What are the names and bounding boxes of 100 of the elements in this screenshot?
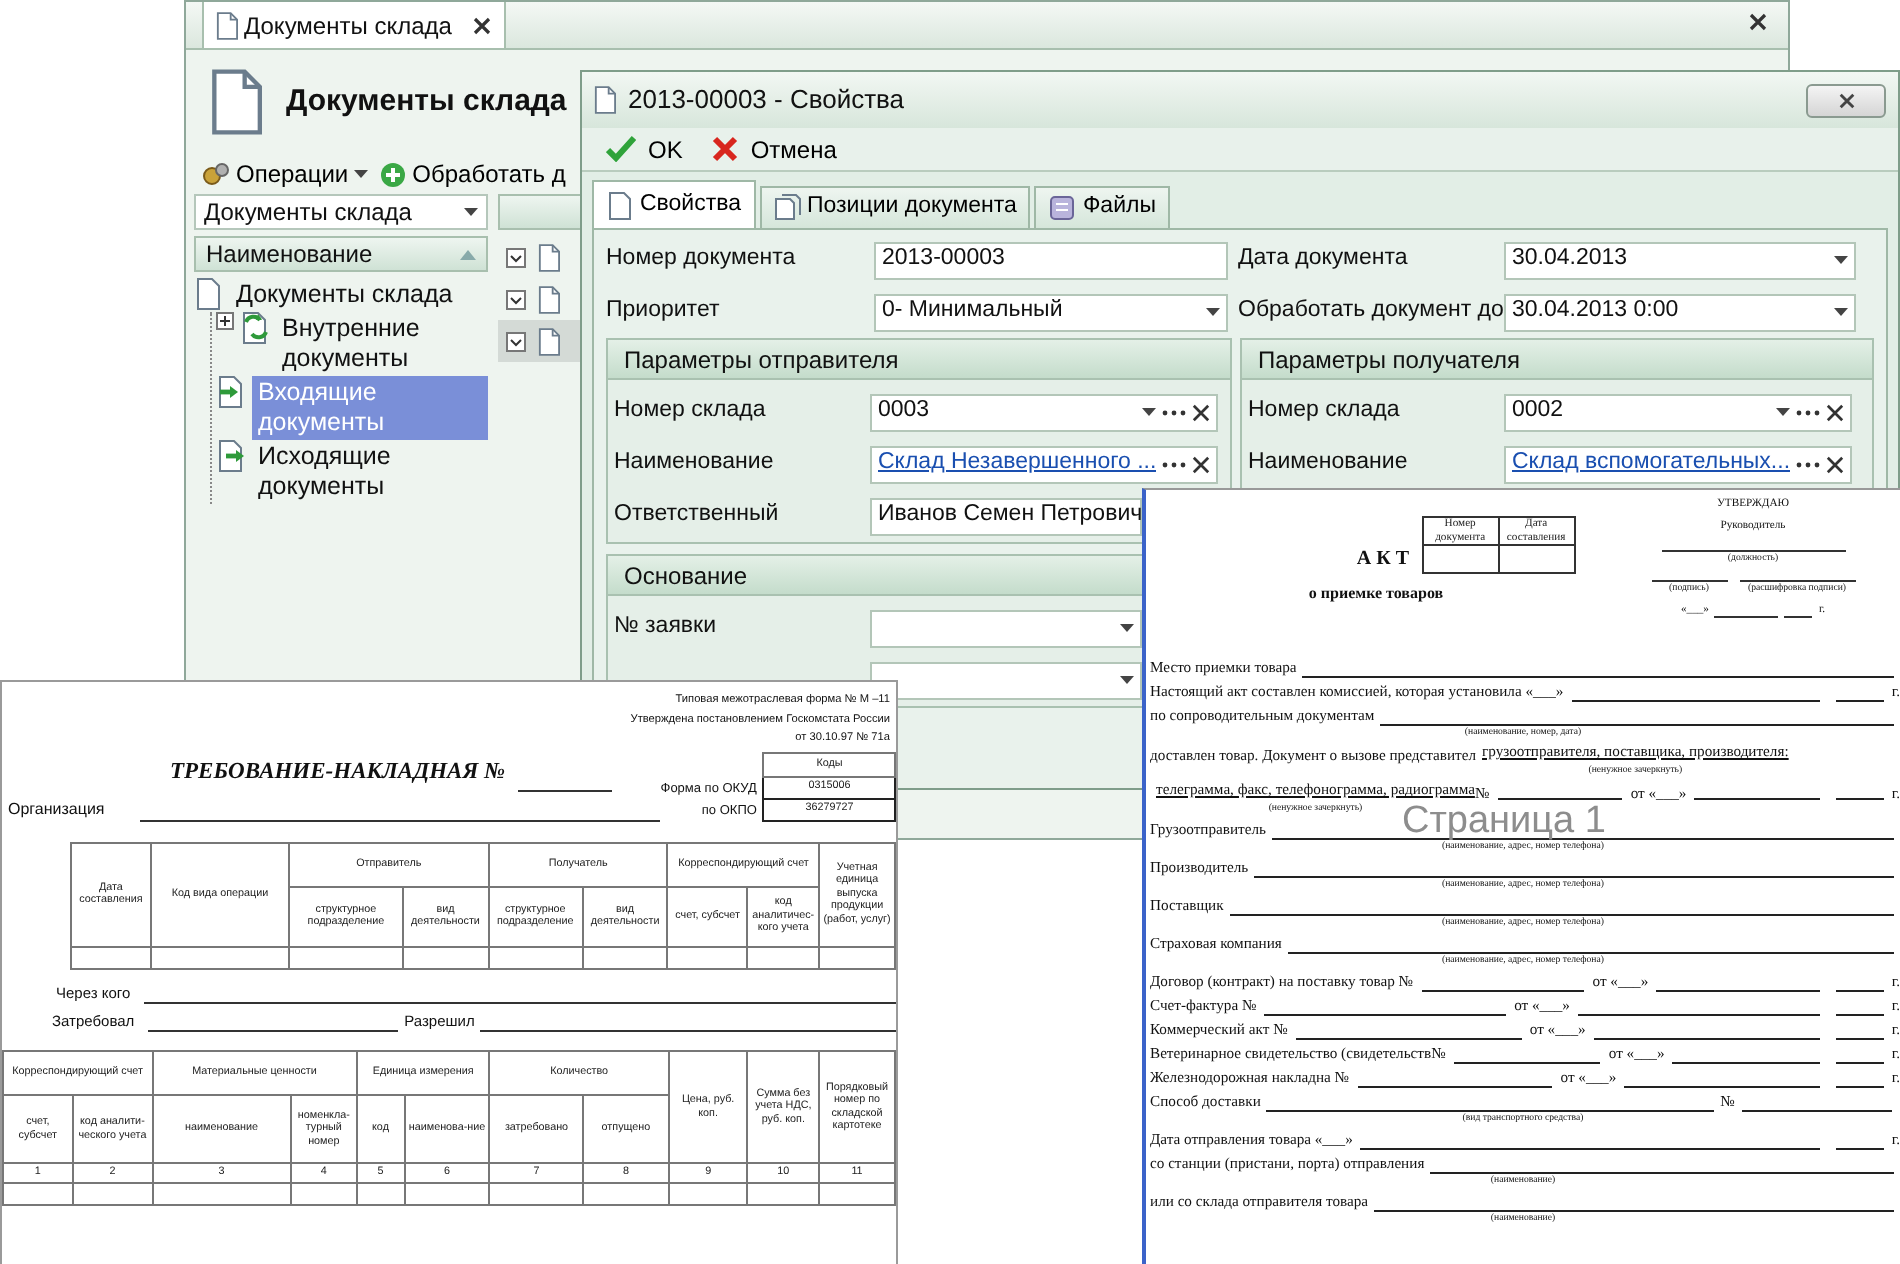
field-label: Обработать документ до	[1238, 296, 1504, 327]
expand-icon[interactable]	[506, 247, 526, 267]
expand-icon[interactable]	[506, 289, 526, 309]
document-icon	[538, 243, 560, 271]
table-cell	[747, 946, 820, 968]
table-cell	[152, 1183, 291, 1205]
dropdown-arrow-icon[interactable]	[354, 170, 369, 178]
section-header: Основание	[608, 556, 1148, 596]
table-cell	[1498, 545, 1575, 573]
document-icon	[594, 86, 616, 114]
window-tab[interactable]: Документы склада	[202, 2, 506, 48]
dropdown-arrow-icon[interactable]	[1834, 256, 1848, 264]
expand-icon[interactable]	[506, 331, 526, 351]
field-label: Организация	[8, 797, 105, 821]
section-header: Параметры получателя	[1242, 340, 1872, 380]
filter-dropdown[interactable]: Документы склада	[194, 194, 488, 230]
tree-item[interactable]: Исходящие документы	[252, 440, 488, 504]
dropdown-field[interactable]: 0- Минимальный	[874, 293, 1228, 331]
dialog-title: 2013-00003 - Свойства	[628, 82, 907, 119]
dropdown-arrow-icon[interactable]	[1834, 308, 1848, 316]
dropdown-field[interactable]: 0002	[1504, 393, 1852, 431]
lookup-field[interactable]: Склад Незавершенного ...	[870, 445, 1218, 483]
table-cell	[582, 946, 668, 968]
clear-icon[interactable]	[1192, 403, 1210, 421]
close-button[interactable]	[1806, 83, 1886, 117]
document-arrow-icon	[216, 376, 246, 408]
table-cell	[289, 946, 403, 968]
document-arrow-icon	[240, 312, 270, 344]
dropdown-arrow-icon[interactable]	[1142, 408, 1156, 416]
dropdown-arrow-icon[interactable]	[1120, 676, 1134, 684]
plus-icon	[380, 161, 407, 187]
table-cell	[3, 1183, 73, 1205]
dropdown-field[interactable]: Иванов Семен Петрович	[870, 497, 1142, 535]
section-header: Параметры отправителя	[608, 340, 1230, 380]
table-cell	[356, 1183, 405, 1205]
table-cell	[488, 946, 583, 968]
close-icon[interactable]	[1748, 12, 1768, 32]
document-icon	[194, 278, 224, 310]
field-label: Наименование	[614, 448, 776, 479]
table-cell	[819, 946, 895, 968]
ellipsis-icon[interactable]	[1796, 409, 1820, 415]
close-icon[interactable]	[1837, 91, 1855, 109]
table-cell	[290, 1183, 357, 1205]
link[interactable]: Склад вспомогательных...	[1512, 446, 1790, 482]
dropdown-arrow-icon[interactable]	[1206, 308, 1220, 316]
close-icon[interactable]	[472, 15, 492, 35]
link[interactable]: Склад Незавершенного ...	[878, 446, 1156, 482]
field-label: № заявки	[614, 612, 718, 643]
page-label: Страница 1	[1402, 802, 1606, 840]
table-cell	[667, 946, 748, 968]
toolbar-button[interactable]: Обработать д	[380, 154, 566, 194]
input-field[interactable]: 2013-00003	[874, 241, 1228, 279]
clear-icon[interactable]	[1826, 403, 1844, 421]
dropdown-arrow-icon[interactable]	[1120, 624, 1134, 632]
tab-icon	[773, 194, 801, 222]
clear-icon[interactable]	[1826, 455, 1844, 473]
tree-item[interactable]: Документы склада	[230, 278, 459, 312]
lookup-field[interactable]: Склад вспомогательных...	[1504, 445, 1852, 483]
table-cell	[72, 1183, 153, 1205]
dropdown-field[interactable]	[870, 661, 1142, 699]
field-label: Приоритет	[606, 296, 722, 327]
tab-icon	[1048, 194, 1077, 222]
window-title: Документы склада	[286, 81, 567, 122]
field-label: Наименование	[1248, 448, 1410, 479]
toolbar-button[interactable]: Операции	[202, 154, 369, 194]
table-cell	[150, 946, 290, 968]
dropdown-arrow-icon[interactable]	[1776, 408, 1790, 416]
column-header[interactable]: Наименование	[194, 236, 488, 272]
clear-icon[interactable]	[1192, 455, 1210, 473]
tab[interactable]: Позиции документа	[759, 186, 1031, 228]
expand-icon[interactable]	[216, 312, 234, 330]
table-cell	[819, 1183, 895, 1205]
toolbar-button[interactable]: OK	[594, 129, 695, 169]
table-cell	[489, 1183, 584, 1205]
sort-arrow-icon	[460, 249, 476, 259]
dropdown-field[interactable]	[870, 609, 1142, 647]
document-icon	[216, 11, 238, 39]
field-label: Дата документа	[1238, 244, 1410, 275]
dropdown-field[interactable]: 0003	[870, 393, 1218, 431]
ellipsis-icon[interactable]	[1162, 461, 1186, 467]
cross-icon	[712, 136, 739, 162]
check-icon	[606, 136, 636, 162]
ellipsis-icon[interactable]	[1162, 409, 1186, 415]
tree-item[interactable]: Внутренние документы	[276, 312, 488, 376]
dropdown-arrow-icon[interactable]	[464, 208, 478, 216]
ellipsis-icon[interactable]	[1796, 461, 1820, 467]
document-title: А К Т	[1356, 546, 1410, 574]
document-icon	[538, 327, 560, 355]
table-cell	[1422, 545, 1499, 573]
tab[interactable]: Файлы	[1034, 186, 1170, 228]
table-cell	[583, 1183, 669, 1205]
document-subtitle: о приемке товаров	[1308, 582, 1444, 606]
dropdown-field[interactable]: 30.04.2013 0:00	[1504, 293, 1856, 331]
table-cell	[71, 946, 151, 968]
document-icon	[210, 68, 262, 136]
grid-row[interactable]	[498, 320, 582, 362]
tab[interactable]: Свойства	[592, 180, 755, 228]
field-label: Ответственный	[614, 500, 781, 531]
toolbar-button[interactable]: Отмена	[700, 129, 849, 169]
dropdown-field[interactable]: 30.04.2013	[1504, 241, 1856, 279]
